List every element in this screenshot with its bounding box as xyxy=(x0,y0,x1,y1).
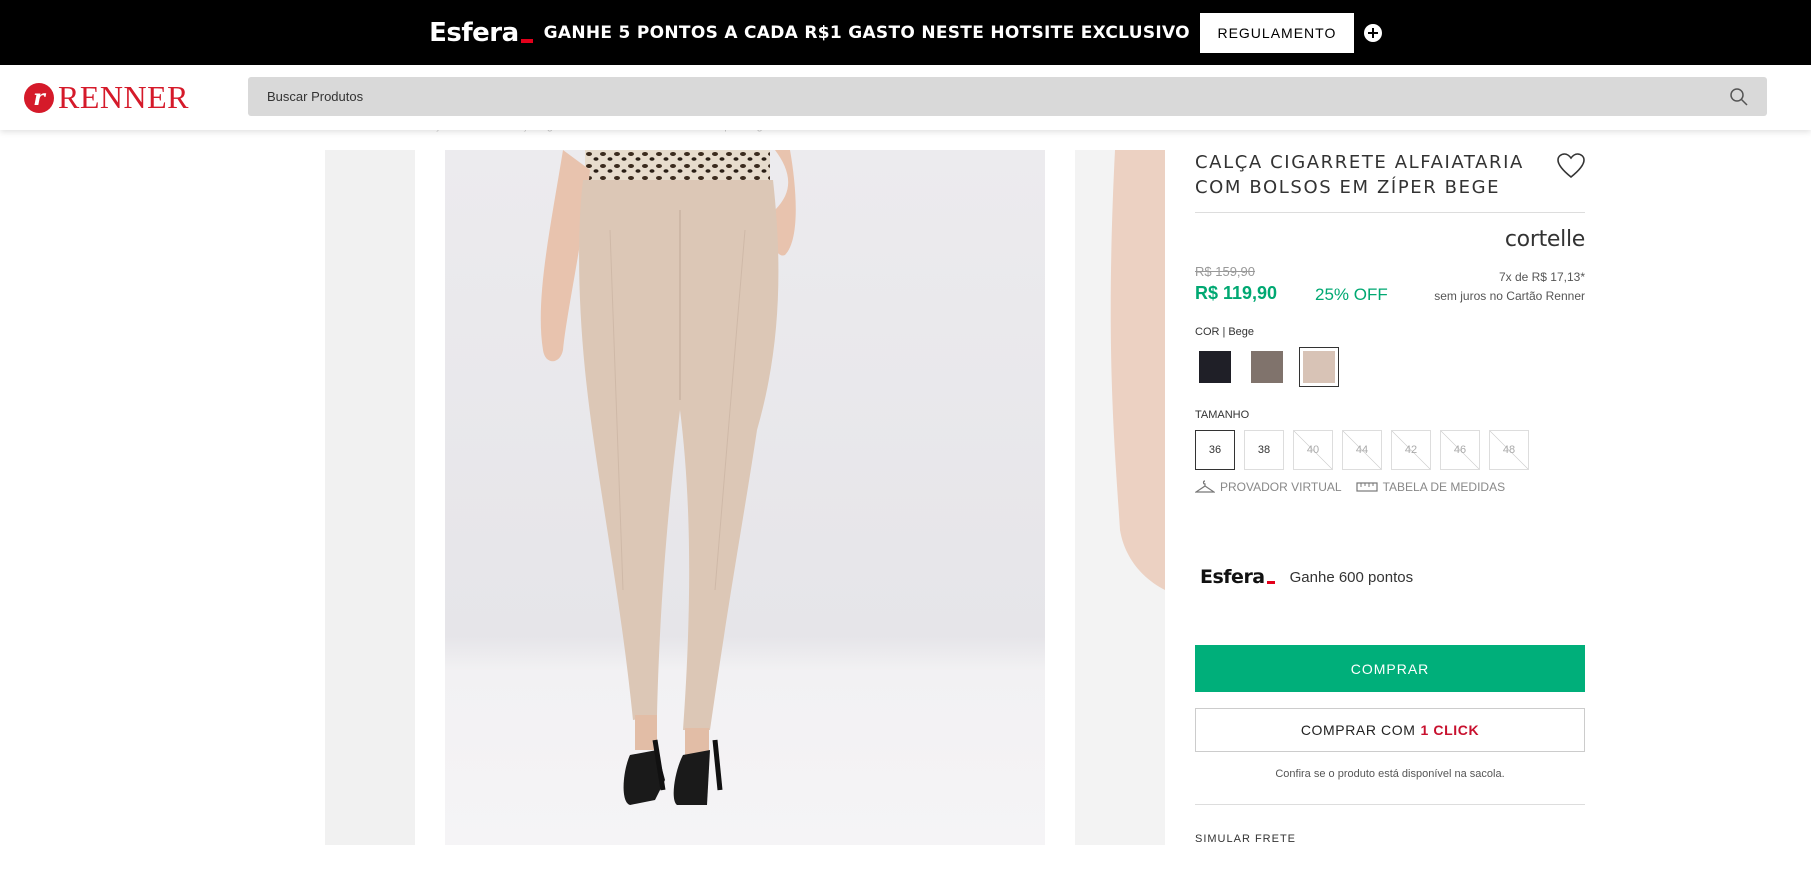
promo-text: GANHE 5 PONTOS A CADA R$1 GASTO NESTE HO… xyxy=(543,22,1190,43)
esfera-points-text: Ganhe 600 pontos xyxy=(1289,568,1414,586)
color-swatch-beige[interactable] xyxy=(1299,347,1339,387)
expand-plus-icon[interactable] xyxy=(1363,23,1382,42)
product-image[interactable] xyxy=(445,150,1045,845)
color-label: COR | Bege xyxy=(1195,326,1255,338)
size-tools: PROVADOR VIRTUAL TABELA DE MEDIDAS xyxy=(1195,480,1585,494)
gallery-prev-image[interactable] xyxy=(325,150,415,845)
size-option[interactable]: 48 xyxy=(1489,430,1529,470)
product-title: CALÇA CIGARRETE ALFAIATARIA COM BOLSOS E… xyxy=(1195,152,1524,198)
promo-bar: Esfera GANHE 5 PONTOS A CADA R$1 GASTO N… xyxy=(0,0,1811,65)
esfera-small-logo: Esfera xyxy=(1200,566,1275,588)
shipping-simulator[interactable]: SIMULAR FRETE xyxy=(1195,833,1585,845)
divider xyxy=(1195,212,1585,213)
product-photo-pants xyxy=(445,150,1045,845)
size-label: TAMANHO xyxy=(1195,409,1250,421)
heart-icon[interactable] xyxy=(1557,153,1585,179)
ruler-icon xyxy=(1355,482,1378,492)
virtual-fitting-link[interactable]: PROVADOR VIRTUAL xyxy=(1195,480,1342,494)
gallery-next-photo xyxy=(1110,150,1165,590)
gallery-next-image[interactable] xyxy=(1075,150,1165,845)
one-click-prefix: COMPRAR COM xyxy=(1300,722,1416,738)
esfera-points-box: Esfera Ganhe 600 pontos xyxy=(1195,562,1585,592)
size-chart-link[interactable]: TABELA DE MEDIDAS xyxy=(1355,480,1506,494)
renner-logo[interactable]: r RENNER xyxy=(24,79,189,116)
brand-name[interactable]: cortelle xyxy=(1195,227,1585,252)
color-swatch-brown[interactable] xyxy=(1247,347,1287,387)
esfera-logo-text: Esfera xyxy=(429,17,519,48)
divider xyxy=(1195,804,1585,805)
esfera-small-logo-text: Esfera xyxy=(1200,566,1265,588)
search-bar xyxy=(248,77,1767,116)
search-input[interactable] xyxy=(248,77,1767,116)
size-option[interactable]: 36 xyxy=(1195,430,1235,470)
buy-button[interactable]: COMPRAR xyxy=(1195,645,1585,692)
header: r RENNER xyxy=(0,65,1811,130)
search-icon[interactable] xyxy=(1729,87,1749,107)
installments-note: sem juros no Cartão Renner xyxy=(1434,289,1585,303)
hanger-icon xyxy=(1195,480,1215,493)
color-swatch-black[interactable] xyxy=(1195,347,1235,387)
size-chart-label: TABELA DE MEDIDAS xyxy=(1382,480,1506,494)
one-click-buy-button[interactable]: COMPRAR COM 1 CLICK xyxy=(1195,708,1585,752)
renner-logo-mark: r xyxy=(24,82,54,113)
size-option[interactable]: 40 xyxy=(1293,430,1333,470)
size-option[interactable]: 44 xyxy=(1342,430,1382,470)
virtual-fitting-label: PROVADOR VIRTUAL xyxy=(1220,480,1342,494)
price-block: R$ 159,90 R$ 119,90 25% OFF 7x de R$ 17,… xyxy=(1195,264,1585,314)
one-click-highlight: 1 CLICK xyxy=(1420,722,1480,738)
availability-note: Confira se o produto está disponível na … xyxy=(1275,768,1505,780)
discount-badge: 25% OFF xyxy=(1315,285,1388,304)
esfera-logo: Esfera xyxy=(429,18,533,48)
color-swatches xyxy=(1195,347,1585,387)
size-option[interactable]: 46 xyxy=(1440,430,1480,470)
size-option[interactable]: 42 xyxy=(1391,430,1431,470)
renner-logo-text: RENNER xyxy=(58,79,189,115)
color-label-text: COR xyxy=(1195,326,1220,338)
size-options: 36 38 40 44 42 46 48 xyxy=(1195,430,1585,470)
size-option[interactable]: 38 xyxy=(1244,430,1284,470)
color-selected-name: Bege xyxy=(1228,326,1255,338)
product-info: CALÇA CIGARRETE ALFAIATARIA COM BOLSOS E… xyxy=(1195,150,1585,845)
installments: 7x de R$ 17,13* sem juros no Cartão Renn… xyxy=(1434,268,1585,306)
regulamento-button[interactable]: REGULAMENTO xyxy=(1199,12,1354,53)
installments-value: 7x de R$ 17,13* xyxy=(1498,270,1585,284)
